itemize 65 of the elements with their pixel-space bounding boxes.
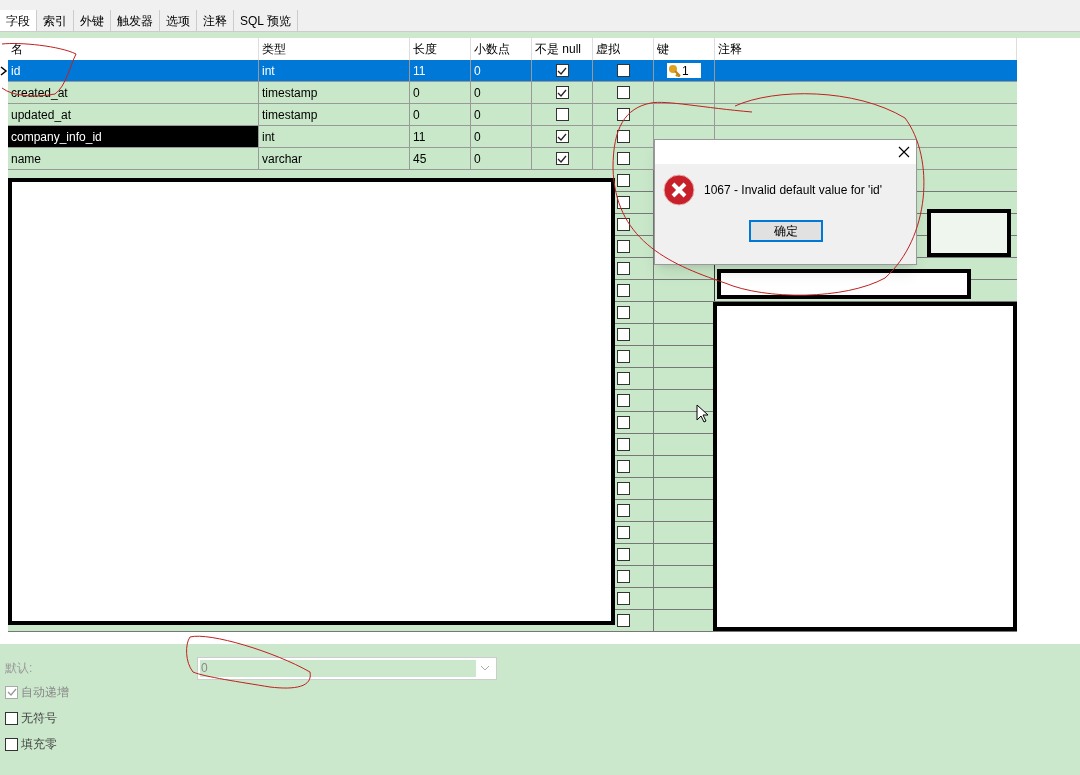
table-cell: name (8, 148, 259, 169)
table-cell: timestamp (259, 82, 410, 103)
checkbox[interactable] (616, 130, 630, 143)
close-icon[interactable] (898, 146, 910, 158)
option-label: 自动递增 (21, 684, 69, 701)
table-cell: 0 (471, 82, 532, 103)
checkbox[interactable] (616, 548, 630, 561)
checkbox[interactable] (616, 108, 630, 121)
checkbox[interactable] (616, 592, 630, 605)
table-cell: 0 (471, 104, 532, 125)
checkbox[interactable] (616, 350, 630, 363)
error-icon (663, 174, 695, 206)
table-cell: 0 (471, 126, 532, 147)
table-cell: int (259, 126, 410, 147)
error-message: 1067 - Invalid default value for 'id' (704, 182, 883, 199)
checkbox[interactable] (616, 218, 630, 231)
ok-button[interactable]: 确定 (748, 220, 823, 242)
checkbox[interactable] (616, 174, 630, 187)
table-cell: 0 (410, 104, 471, 125)
default-label: 默认: (5, 660, 34, 677)
checkbox[interactable] (616, 328, 630, 341)
checkbox[interactable] (616, 460, 630, 473)
checkbox[interactable] (616, 526, 630, 539)
checkbox[interactable] (555, 108, 569, 121)
table-cell: timestamp (259, 104, 410, 125)
table-cell: updated_at (8, 104, 259, 125)
checkbox[interactable] (555, 152, 569, 165)
checkbox[interactable] (616, 196, 630, 209)
table-cell: 45 (410, 148, 471, 169)
checkbox[interactable] (616, 240, 630, 253)
table-cell: 0 (410, 82, 471, 103)
table-cell: 11 (410, 126, 471, 147)
checkbox[interactable] (5, 711, 18, 725)
checkbox[interactable] (616, 284, 630, 297)
checkbox[interactable] (616, 86, 630, 99)
option-label: 无符号 (21, 710, 57, 727)
table-cell: company_info_id (8, 126, 259, 147)
checkbox[interactable] (616, 504, 630, 517)
table-cell: id (8, 60, 259, 81)
key-order: 1 (682, 62, 689, 80)
tab[interactable]: 字段 (0, 10, 37, 31)
checkbox[interactable] (616, 372, 630, 385)
checkbox[interactable] (555, 130, 569, 143)
checkbox[interactable] (616, 394, 630, 407)
table-cell: 0 (471, 60, 532, 81)
checkbox[interactable] (616, 570, 630, 583)
checkbox[interactable] (616, 262, 630, 275)
table-cell: int (259, 60, 410, 81)
checkbox[interactable] (616, 64, 630, 77)
checkbox[interactable] (555, 64, 569, 77)
checkbox[interactable] (616, 438, 630, 451)
checkbox[interactable] (5, 737, 18, 751)
table-cell: varchar (259, 148, 410, 169)
checkbox[interactable] (616, 482, 630, 495)
cursor-icon (696, 404, 708, 423)
checkbox[interactable] (616, 416, 630, 429)
table-cell: 0 (471, 148, 532, 169)
checkbox[interactable] (616, 614, 630, 627)
checkbox[interactable] (555, 86, 569, 99)
checkbox[interactable] (616, 306, 630, 319)
checkbox[interactable] (616, 152, 630, 165)
table-cell: 11 (410, 60, 471, 81)
chevron-down-icon (480, 665, 490, 671)
option-label: 填充零 (21, 736, 57, 753)
key-icon (668, 64, 682, 77)
